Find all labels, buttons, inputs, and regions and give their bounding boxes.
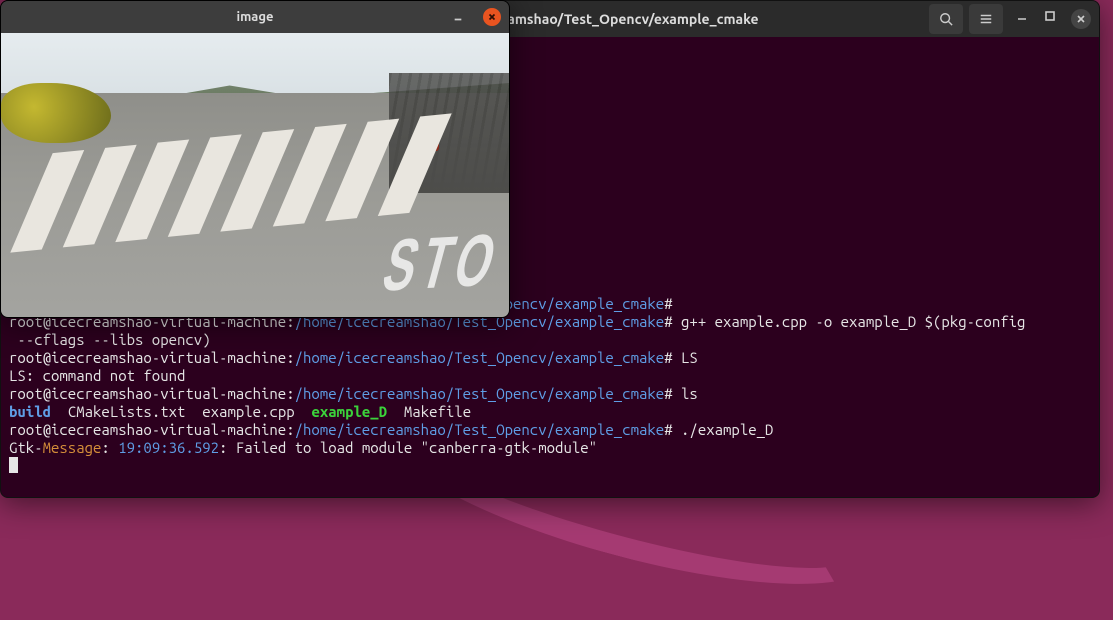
minimize-icon bbox=[1016, 10, 1028, 22]
hamburger-icon bbox=[979, 12, 993, 26]
terminal-line: : bbox=[101, 439, 118, 456]
minimize-button[interactable] bbox=[1015, 9, 1029, 23]
terminal-line: 19:09:36.592 bbox=[118, 439, 219, 456]
minimize-button[interactable] bbox=[449, 8, 467, 26]
image-titlebar[interactable]: image bbox=[1, 1, 509, 33]
search-icon bbox=[939, 12, 953, 26]
terminal-line: # LS bbox=[664, 349, 698, 366]
prompt-path: /home/icecreamshao/Test_Opencv/example_c… bbox=[295, 421, 665, 438]
prompt-host: root@icecreamshao-virtual-machine: bbox=[9, 349, 295, 366]
image-stop-marking: STO bbox=[375, 216, 509, 309]
window-controls bbox=[1015, 9, 1091, 29]
image-window-controls bbox=[449, 8, 501, 26]
close-icon bbox=[1075, 13, 1087, 25]
terminal-line: # ls bbox=[664, 385, 698, 402]
ls-entry-file: CMakeLists.txt bbox=[68, 403, 186, 420]
terminal-cursor bbox=[9, 457, 18, 473]
terminal-line: --cflags --libs opencv) bbox=[9, 331, 211, 348]
minimize-icon bbox=[453, 12, 463, 22]
image-window: image STO bbox=[0, 0, 510, 318]
terminal-line: Gtk- bbox=[9, 439, 43, 456]
image-window-title: image bbox=[236, 10, 273, 24]
close-button[interactable] bbox=[1071, 9, 1091, 29]
prompt-host: root@icecreamshao-virtual-machine: bbox=[9, 421, 295, 438]
maximize-button[interactable] bbox=[1043, 9, 1057, 23]
menu-button[interactable] bbox=[969, 4, 1003, 34]
prompt-path: /home/icecreamshao/Test_Opencv/example_c… bbox=[295, 385, 665, 402]
ls-entry-exec: example_D bbox=[311, 403, 387, 420]
prompt-host: root@icecreamshao-virtual-machine: bbox=[9, 385, 295, 402]
search-button[interactable] bbox=[929, 4, 963, 34]
prompt-path: /home/icecreamshao/Test_Opencv/example_c… bbox=[295, 349, 665, 366]
close-icon bbox=[487, 12, 497, 22]
terminal-line: # bbox=[664, 295, 672, 312]
terminal-line: : Failed to load module "canberra-gtk-mo… bbox=[219, 439, 597, 456]
terminal-line: # g++ example.cpp -o example_D $(pkg-con… bbox=[664, 313, 1025, 330]
terminal-line: Message bbox=[43, 439, 102, 456]
ls-entry-file: Makefile bbox=[404, 403, 471, 420]
terminal-line: LS: command not found bbox=[9, 367, 185, 384]
terminal-line: # ./example_D bbox=[664, 421, 773, 438]
close-button[interactable] bbox=[483, 8, 501, 26]
image-content: STO bbox=[1, 33, 509, 318]
maximize-icon bbox=[1044, 10, 1056, 22]
ls-entry-dir: build bbox=[9, 403, 51, 420]
ls-entry-file: example.cpp bbox=[202, 403, 294, 420]
